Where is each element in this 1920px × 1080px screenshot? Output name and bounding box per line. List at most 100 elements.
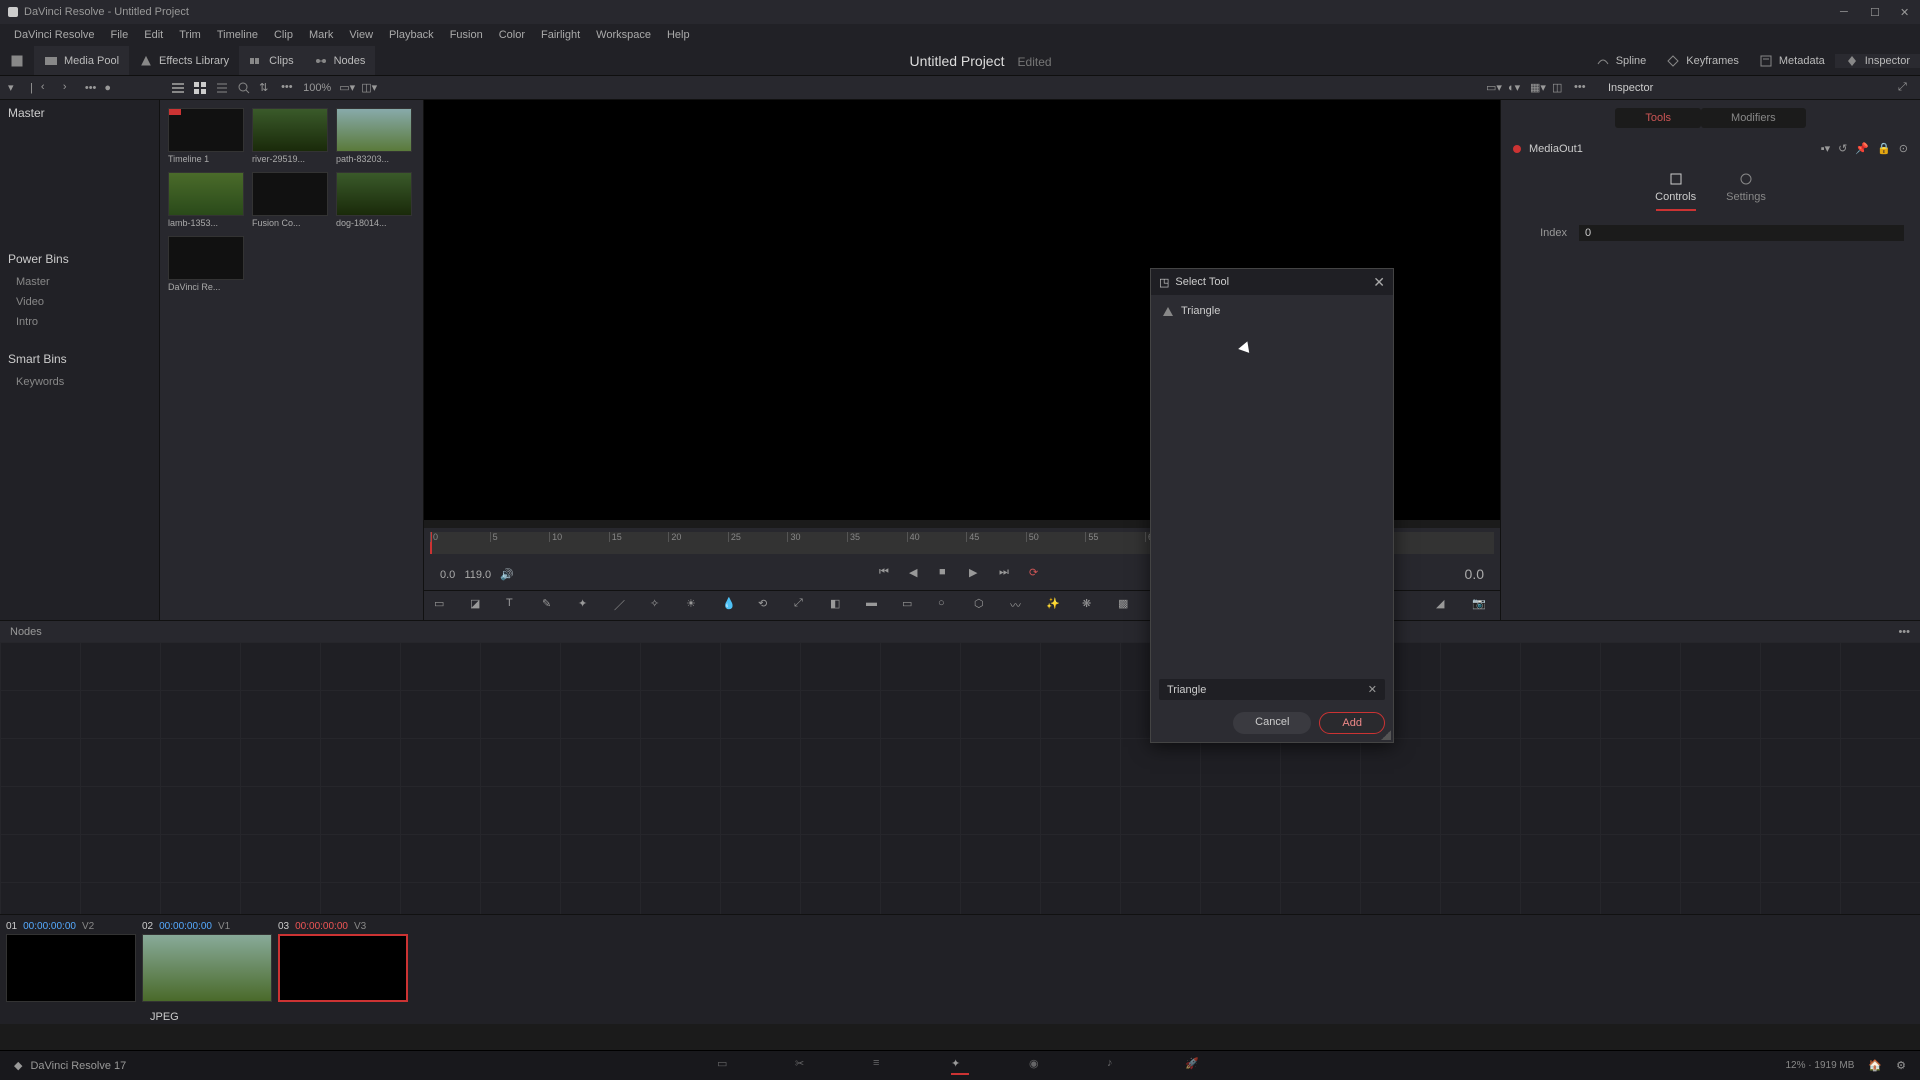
effects-library-button[interactable]: Effects Library bbox=[129, 46, 239, 75]
nodes-graph[interactable] bbox=[0, 642, 1920, 914]
nav-fwd-icon[interactable]: › bbox=[63, 81, 77, 95]
brightness-tool-icon[interactable]: ☀ bbox=[686, 597, 704, 615]
loop-icon[interactable]: ⟳ bbox=[1029, 566, 1045, 582]
dialog-close-icon[interactable]: ✕ bbox=[1373, 274, 1385, 291]
link-icon[interactable]: ⊙ bbox=[1899, 142, 1908, 155]
menu-fusion[interactable]: Fusion bbox=[442, 29, 491, 41]
options-icon[interactable]: ••• bbox=[1574, 81, 1588, 95]
node-enabled-dot[interactable] bbox=[1513, 145, 1521, 153]
smart-bin-keywords[interactable]: Keywords bbox=[0, 372, 159, 392]
clip-lamb[interactable]: lamb-1353... bbox=[168, 172, 244, 228]
clip-fusion[interactable]: Fusion Co... bbox=[252, 172, 328, 228]
page-edit-icon[interactable]: ≡ bbox=[873, 1057, 891, 1075]
page-fusion-icon[interactable]: ✦ bbox=[951, 1057, 969, 1075]
speaker-icon[interactable]: 🔊 bbox=[500, 569, 514, 581]
inspector-button[interactable]: Inspector bbox=[1835, 54, 1920, 68]
clip-dog[interactable]: dog-18014... bbox=[336, 172, 412, 228]
stop-icon[interactable]: ■ bbox=[939, 566, 955, 582]
clip-path[interactable]: path-83203... bbox=[336, 108, 412, 164]
merge-tool-icon[interactable]: ◪ bbox=[470, 597, 488, 615]
letterbox-tool-icon[interactable]: ▬ bbox=[866, 597, 884, 615]
dialog-resize-handle[interactable] bbox=[1381, 730, 1391, 740]
mask-tool-icon[interactable]: ／ bbox=[614, 597, 632, 615]
pin-icon[interactable]: 📌 bbox=[1855, 142, 1869, 155]
close-window-icon[interactable]: ✕ bbox=[1900, 6, 1912, 18]
bottom-clip-03[interactable]: 0300:00:00:00V3 bbox=[278, 921, 408, 1002]
color-icon[interactable]: ◐▾ bbox=[1508, 81, 1522, 95]
play-icon[interactable]: ▶ bbox=[969, 566, 985, 582]
keyframes-button[interactable]: Keyframes bbox=[1656, 54, 1749, 68]
dialog-search[interactable]: ✕ bbox=[1159, 679, 1385, 700]
layout-icon[interactable]: ◫▾ bbox=[361, 81, 375, 95]
render-tool-icon[interactable]: ▩ bbox=[1118, 597, 1136, 615]
transform-tool-icon[interactable]: ⟲ bbox=[758, 597, 776, 615]
emitter-tool-icon[interactable]: ❋ bbox=[1082, 597, 1100, 615]
menu-mark[interactable]: Mark bbox=[301, 29, 341, 41]
clip-river[interactable]: river-29519... bbox=[252, 108, 328, 164]
last-frame-icon[interactable]: ⏭ bbox=[999, 566, 1015, 582]
bin-dropdown-icon[interactable]: ▾ bbox=[8, 81, 22, 95]
lock-icon[interactable]: 🔒 bbox=[1877, 142, 1891, 155]
bottom-clip-01[interactable]: 0100:00:00:00V2 bbox=[6, 921, 136, 1002]
shade-tool-icon[interactable]: ◢ bbox=[1436, 597, 1454, 615]
list-view-icon[interactable] bbox=[171, 81, 185, 95]
thumb-view-icon[interactable] bbox=[193, 81, 207, 95]
viewer-mode-icon[interactable]: ▭▾ bbox=[1486, 81, 1500, 95]
tracker-tool-icon[interactable]: ✦ bbox=[578, 597, 596, 615]
master-bin[interactable]: Master bbox=[0, 100, 159, 126]
zoom-level[interactable]: 100% bbox=[303, 82, 331, 94]
wand-tool-icon[interactable]: ✧ bbox=[650, 597, 668, 615]
menu-timeline[interactable]: Timeline bbox=[209, 29, 266, 41]
maximize-icon[interactable]: ☐ bbox=[1870, 6, 1882, 18]
menu-edit[interactable]: Edit bbox=[136, 29, 171, 41]
sort-icon[interactable]: ⇅ bbox=[259, 81, 273, 95]
fit-icon[interactable]: ▭▾ bbox=[339, 81, 353, 95]
menu-davinci[interactable]: DaVinci Resolve bbox=[6, 29, 103, 41]
add-button[interactable]: Add bbox=[1319, 712, 1385, 734]
particles-tool-icon[interactable]: ✨ bbox=[1046, 597, 1064, 615]
minimize-icon[interactable]: ─ bbox=[1840, 6, 1852, 18]
menu-trim[interactable]: Trim bbox=[171, 29, 209, 41]
expand-button[interactable] bbox=[0, 46, 34, 75]
reset-icon[interactable]: ↺ bbox=[1838, 142, 1847, 155]
subtab-settings[interactable]: Settings bbox=[1726, 171, 1766, 211]
menu-playback[interactable]: Playback bbox=[381, 29, 442, 41]
first-frame-icon[interactable]: ⏮ bbox=[879, 566, 895, 582]
index-field[interactable]: 0 bbox=[1579, 225, 1904, 241]
menu-view[interactable]: View bbox=[341, 29, 381, 41]
bottom-clip-02[interactable]: 0200:00:00:00V1 bbox=[142, 921, 272, 1002]
menu-workspace[interactable]: Workspace bbox=[588, 29, 659, 41]
dialog-search-input[interactable] bbox=[1167, 684, 1346, 696]
tool-item-triangle[interactable]: Triangle bbox=[1151, 299, 1393, 323]
grid-icon[interactable]: ▦▾ bbox=[1530, 81, 1544, 95]
split-icon[interactable]: ◫ bbox=[1552, 81, 1566, 95]
strip-view-icon[interactable] bbox=[215, 81, 229, 95]
tab-tools[interactable]: Tools bbox=[1615, 108, 1701, 128]
page-media-icon[interactable]: ▭ bbox=[717, 1057, 735, 1075]
paint-tool-icon[interactable]: ✎ bbox=[542, 597, 560, 615]
menu-clip[interactable]: Clip bbox=[266, 29, 301, 41]
clips-button[interactable]: Clips bbox=[239, 46, 303, 75]
clip-timeline1[interactable]: Timeline 1 bbox=[168, 108, 244, 164]
blur-tool-icon[interactable]: 💧 bbox=[722, 597, 740, 615]
clear-search-icon[interactable]: ✕ bbox=[1368, 683, 1377, 696]
camera-tool-icon[interactable]: 📷 bbox=[1472, 597, 1490, 615]
tab-modifiers[interactable]: Modifiers bbox=[1701, 108, 1806, 128]
clip-davinci[interactable]: DaVinci Re... bbox=[168, 236, 244, 292]
media-pool-button[interactable]: Media Pool bbox=[34, 46, 129, 75]
versions-icon[interactable]: ▪▾ bbox=[1821, 142, 1830, 155]
ellipse-tool-icon[interactable]: ○ bbox=[938, 597, 956, 615]
page-deliver-icon[interactable]: 🚀 bbox=[1185, 1057, 1203, 1075]
rectangle-tool-icon[interactable]: ▭ bbox=[902, 597, 920, 615]
resize-tool-icon[interactable]: ⤢ bbox=[794, 597, 812, 615]
polygon-tool-icon[interactable]: ⬡ bbox=[974, 597, 992, 615]
menu-file[interactable]: File bbox=[103, 29, 137, 41]
metadata-button[interactable]: Metadata bbox=[1749, 54, 1835, 68]
menu-fairlight[interactable]: Fairlight bbox=[533, 29, 588, 41]
path-dots[interactable]: ••• bbox=[85, 82, 97, 94]
page-color-icon[interactable]: ◉ bbox=[1029, 1057, 1047, 1075]
search-icon[interactable] bbox=[237, 81, 251, 95]
nav-back-icon[interactable]: ‹ bbox=[41, 81, 55, 95]
power-bin-video[interactable]: Video bbox=[0, 292, 159, 312]
page-fairlight-icon[interactable]: ♪ bbox=[1107, 1057, 1125, 1075]
